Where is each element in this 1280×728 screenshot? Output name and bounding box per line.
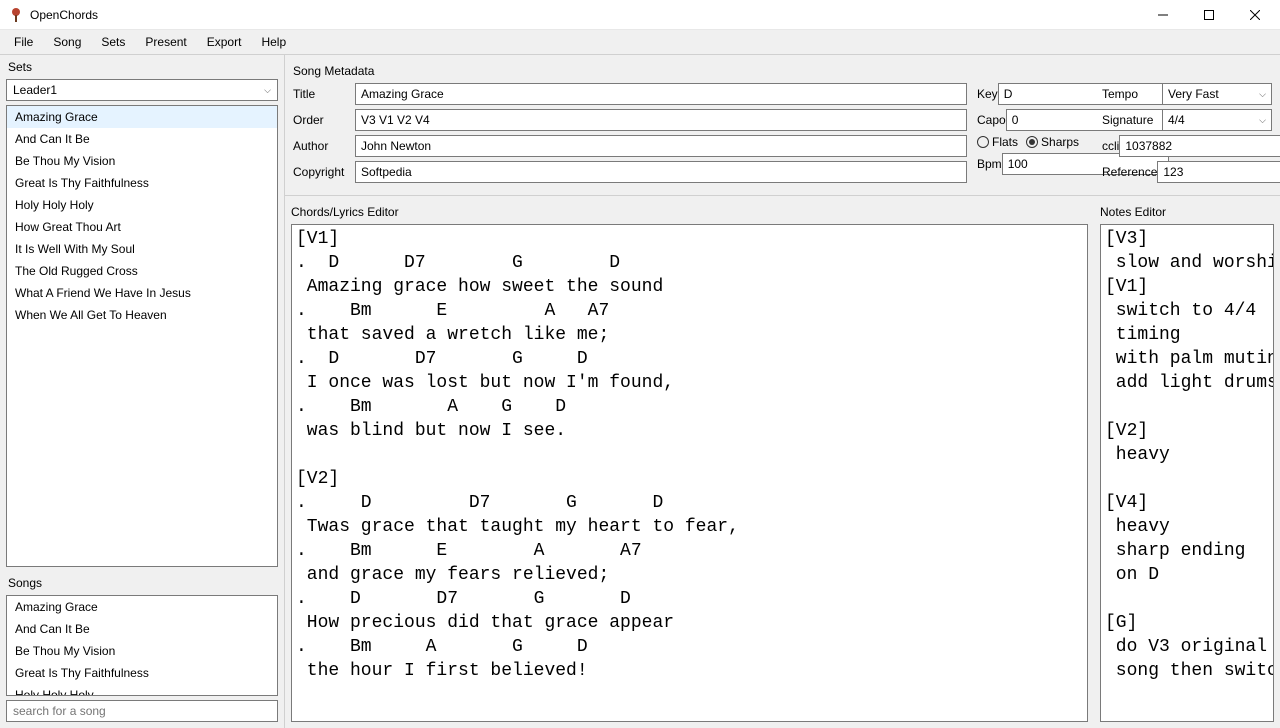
- chords-editor-label: Chords/Lyrics Editor: [291, 200, 1088, 224]
- notes-editor-label: Notes Editor: [1100, 200, 1274, 224]
- menu-export[interactable]: Export: [197, 31, 252, 53]
- close-button[interactable]: [1232, 0, 1278, 29]
- author-label: Author: [293, 139, 355, 153]
- chevron-down-icon: ⌵: [1259, 89, 1266, 100]
- order-input[interactable]: [355, 109, 967, 131]
- tempo-select[interactable]: Very Fast⌵: [1162, 83, 1272, 105]
- ccli-input[interactable]: [1119, 135, 1280, 157]
- list-item[interactable]: Great Is Thy Faithfulness: [7, 662, 277, 684]
- list-item[interactable]: Amazing Grace: [7, 106, 277, 128]
- title-label: Title: [293, 87, 355, 101]
- chevron-down-icon: ⌵: [264, 85, 271, 96]
- menu-help[interactable]: Help: [251, 31, 296, 53]
- list-item[interactable]: It Is Well With My Soul: [7, 238, 277, 260]
- author-input[interactable]: [355, 135, 967, 157]
- key-label: Key: [977, 87, 998, 101]
- title-input[interactable]: [355, 83, 967, 105]
- notes-editor[interactable]: [1100, 224, 1274, 722]
- maximize-button[interactable]: [1186, 0, 1232, 29]
- minimize-button[interactable]: [1140, 0, 1186, 29]
- list-item[interactable]: The Old Rugged Cross: [7, 260, 277, 282]
- sets-list[interactable]: Amazing Grace And Can It Be Be Thou My V…: [6, 105, 278, 567]
- list-item[interactable]: Holy Holy Holy: [7, 684, 277, 696]
- list-item[interactable]: When We All Get To Heaven: [7, 304, 277, 326]
- menu-song[interactable]: Song: [43, 31, 91, 53]
- capo-label: Capo: [977, 113, 1006, 127]
- sets-label: Sets: [0, 55, 284, 79]
- song-search-input[interactable]: [6, 700, 278, 722]
- app-icon: [8, 7, 24, 23]
- copyright-label: Copyright: [293, 165, 355, 179]
- list-item[interactable]: Be Thou My Vision: [7, 640, 277, 662]
- order-label: Order: [293, 113, 355, 127]
- songs-list[interactable]: Amazing Grace And Can It Be Be Thou My V…: [6, 595, 278, 696]
- chevron-down-icon: ⌵: [1259, 115, 1266, 126]
- sharps-radio[interactable]: Sharps: [1026, 135, 1079, 149]
- list-item[interactable]: Great Is Thy Faithfulness: [7, 172, 277, 194]
- menu-present[interactable]: Present: [135, 31, 196, 53]
- signature-label: Signature: [1102, 113, 1162, 127]
- chords-editor[interactable]: [291, 224, 1088, 722]
- signature-select[interactable]: 4/4⌵: [1162, 109, 1272, 131]
- list-item[interactable]: Amazing Grace: [7, 596, 277, 618]
- copyright-input[interactable]: [355, 161, 967, 183]
- list-item[interactable]: And Can It Be: [7, 128, 277, 150]
- reference-label: Reference: [1102, 165, 1157, 179]
- menu-file[interactable]: File: [4, 31, 43, 53]
- list-item[interactable]: Holy Holy Holy: [7, 194, 277, 216]
- ccli-label: ccli: [1102, 139, 1119, 153]
- tempo-label: Tempo: [1102, 87, 1162, 101]
- menubar: File Song Sets Present Export Help: [0, 30, 1280, 55]
- sets-dropdown[interactable]: Leader1⌵: [6, 79, 278, 101]
- reference-input[interactable]: [1157, 161, 1280, 183]
- list-item[interactable]: How Great Thou Art: [7, 216, 277, 238]
- app-title: OpenChords: [30, 8, 1140, 22]
- songs-label: Songs: [0, 571, 284, 595]
- list-item[interactable]: What A Friend We Have In Jesus: [7, 282, 277, 304]
- bpm-label: Bpm: [977, 157, 1002, 171]
- list-item[interactable]: Be Thou My Vision: [7, 150, 277, 172]
- metadata-header: Song Metadata: [293, 59, 1272, 83]
- list-item[interactable]: And Can It Be: [7, 618, 277, 640]
- menu-sets[interactable]: Sets: [91, 31, 135, 53]
- flats-radio[interactable]: Flats: [977, 135, 1018, 149]
